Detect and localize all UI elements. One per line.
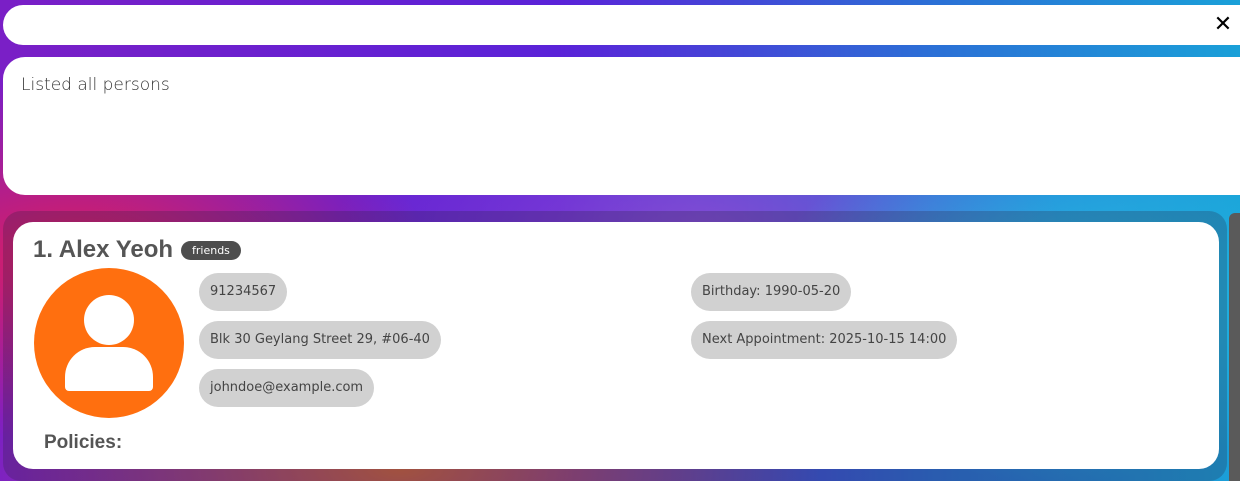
- close-icon[interactable]: ✕: [1212, 14, 1234, 36]
- result-message: Listed all persons: [21, 75, 170, 95]
- avatar-body: [65, 347, 153, 391]
- avatar-icon: [34, 268, 184, 418]
- tag-badge: friends: [181, 241, 241, 260]
- appointment-field: Next Appointment: 2025-10-15 14:00: [691, 321, 958, 359]
- scrollbar[interactable]: [1229, 213, 1240, 481]
- command-input[interactable]: ✕: [3, 5, 1240, 45]
- birthday-field: Birthday: 1990-05-20: [691, 273, 852, 311]
- result-display: Listed all persons: [3, 57, 1240, 195]
- policies-label: Policies:: [44, 432, 123, 453]
- address-field: Blk 30 Geylang Street 29, #06-40: [199, 321, 441, 359]
- phone-field: 91234567: [199, 273, 288, 311]
- avatar-head: [84, 295, 134, 345]
- person-card[interactable]: 1. Alex Yeoh friends 91234567 Blk 30 Gey…: [13, 222, 1219, 469]
- email-field: johndoe@example.com: [199, 369, 375, 407]
- person-name: 1. Alex Yeoh: [33, 236, 174, 263]
